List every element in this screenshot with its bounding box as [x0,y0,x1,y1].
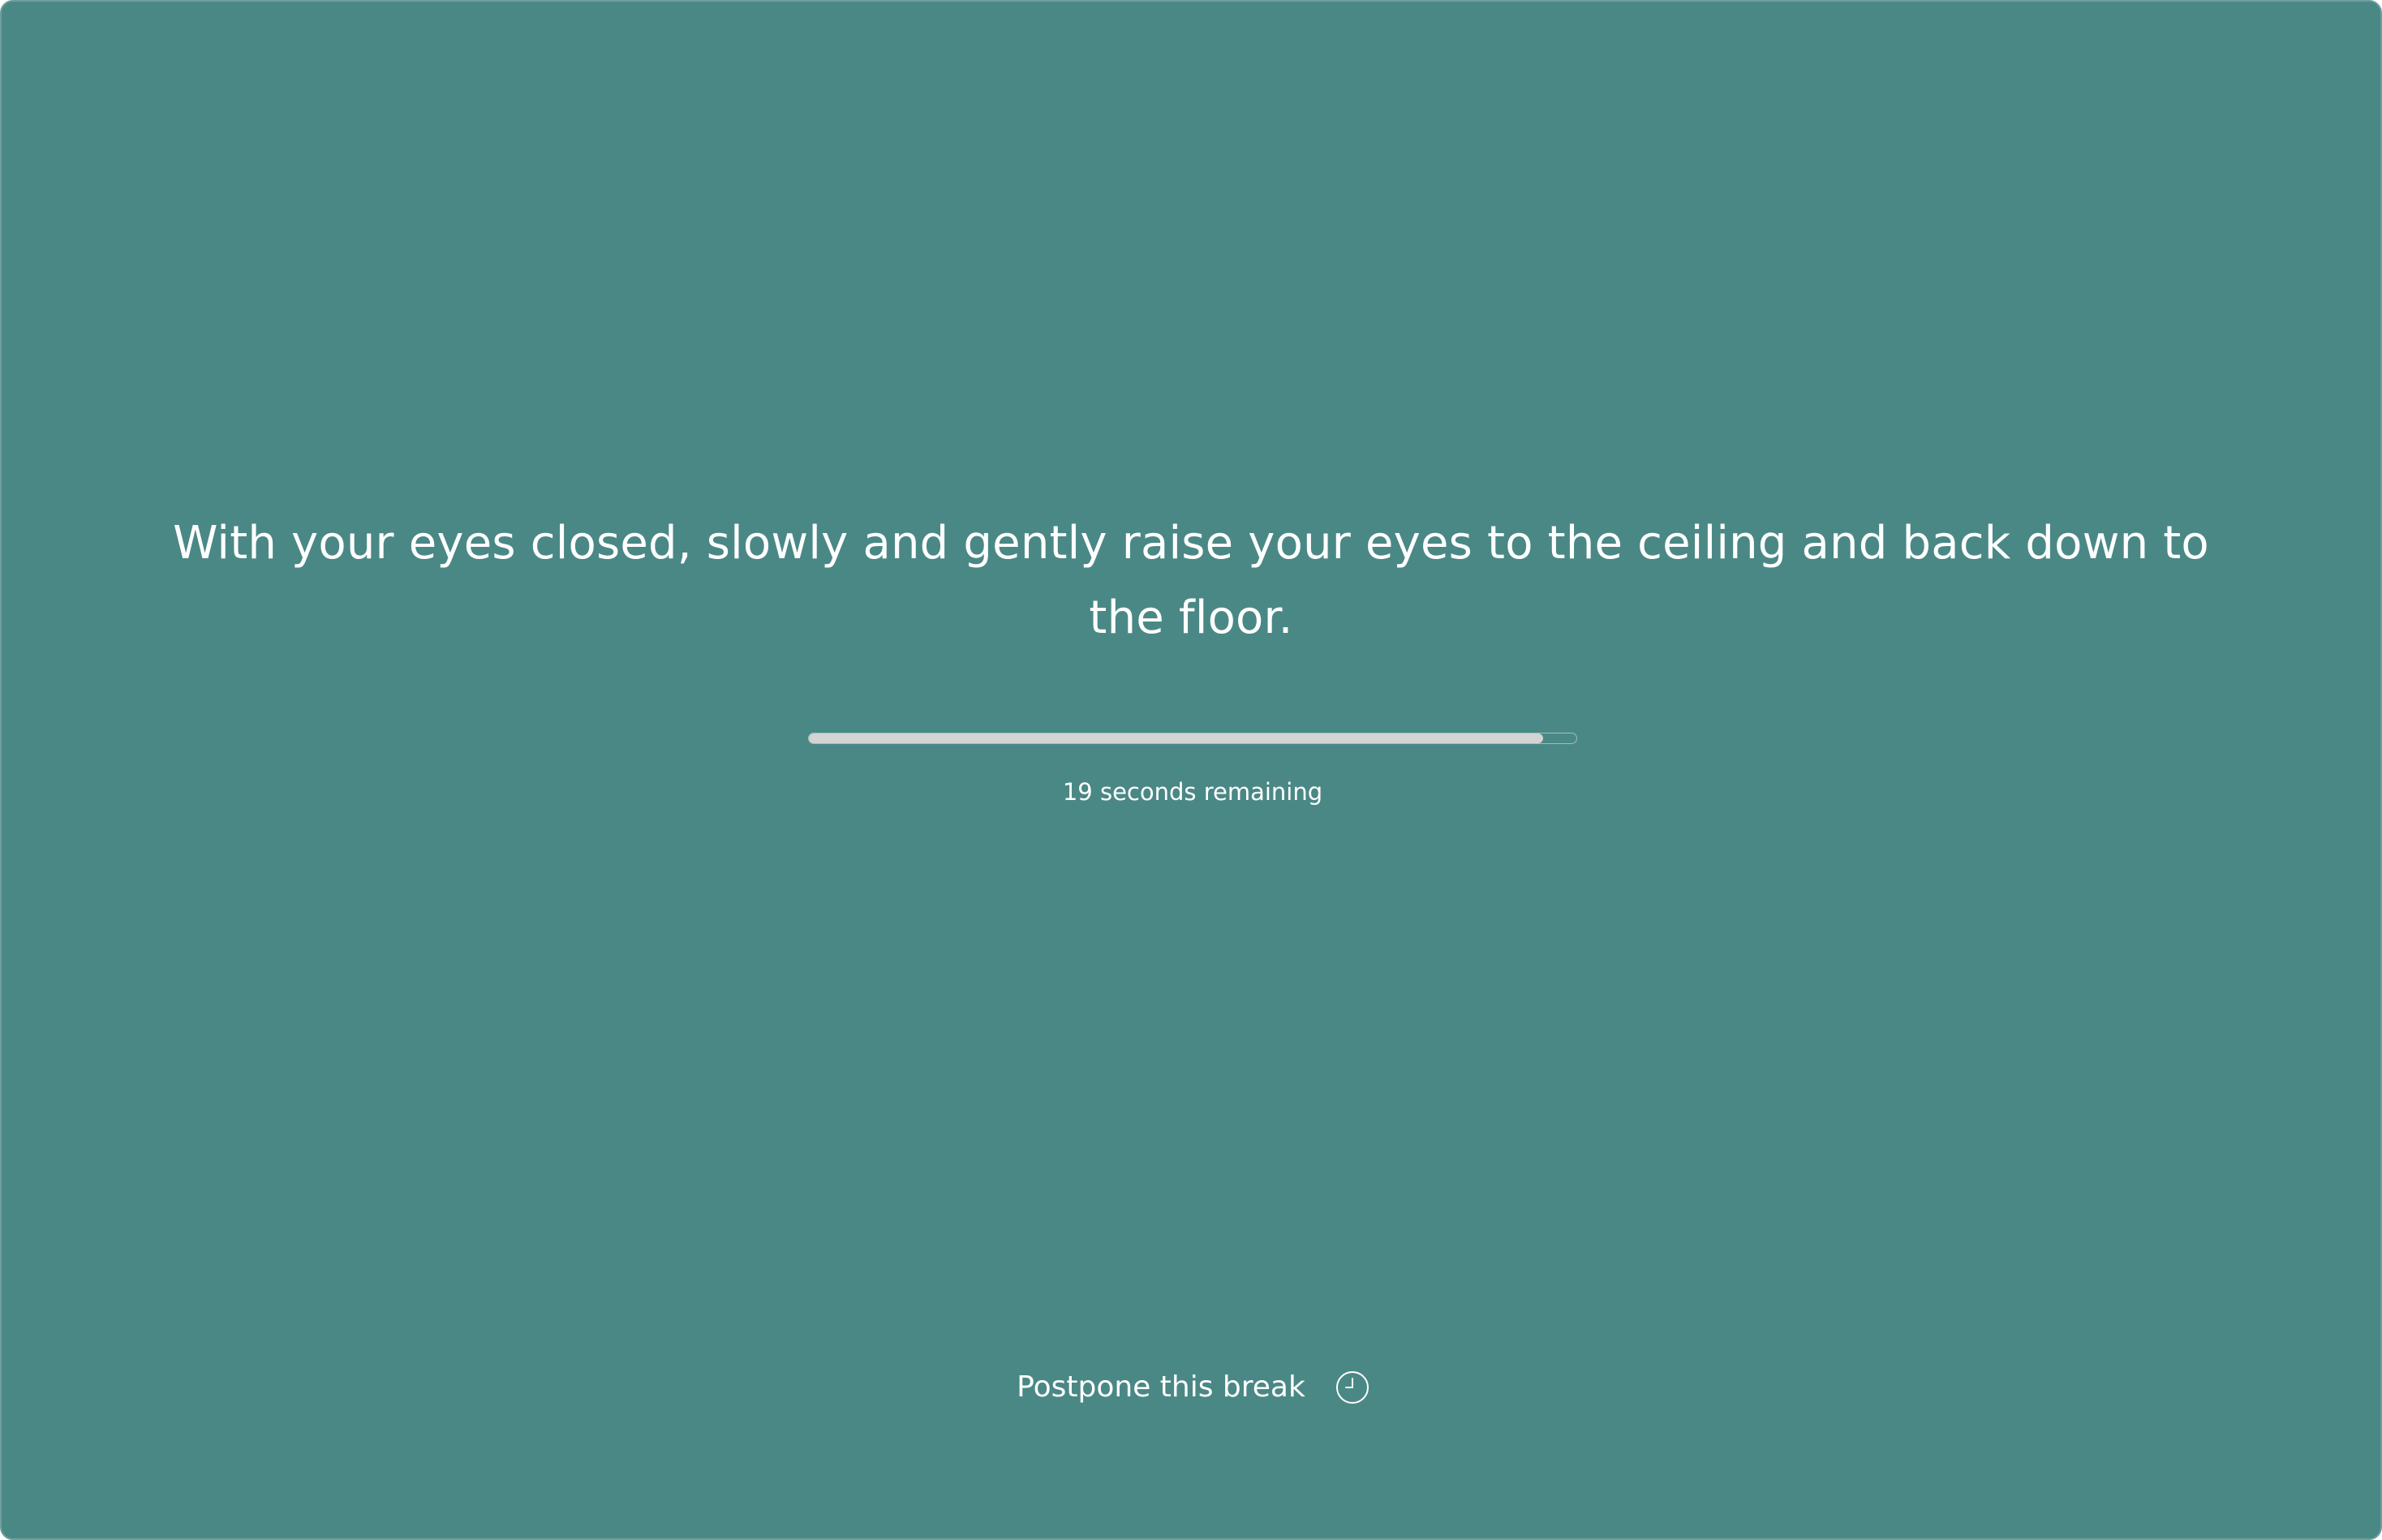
break-window: With your eyes closed, slowly and gently… [0,0,2382,1540]
postpone-break-button[interactable]: Postpone this break [1011,1363,1376,1412]
break-progress-fill [809,733,1544,743]
time-remaining-label: 19 seconds remaining [1062,778,1323,806]
postpone-break-label: Postpone this break [1017,1370,1305,1404]
exercise-instruction: With your eyes closed, slowly and gently… [173,517,2209,644]
break-progress-bar [808,733,1577,744]
clock-icon [1335,1370,1370,1405]
